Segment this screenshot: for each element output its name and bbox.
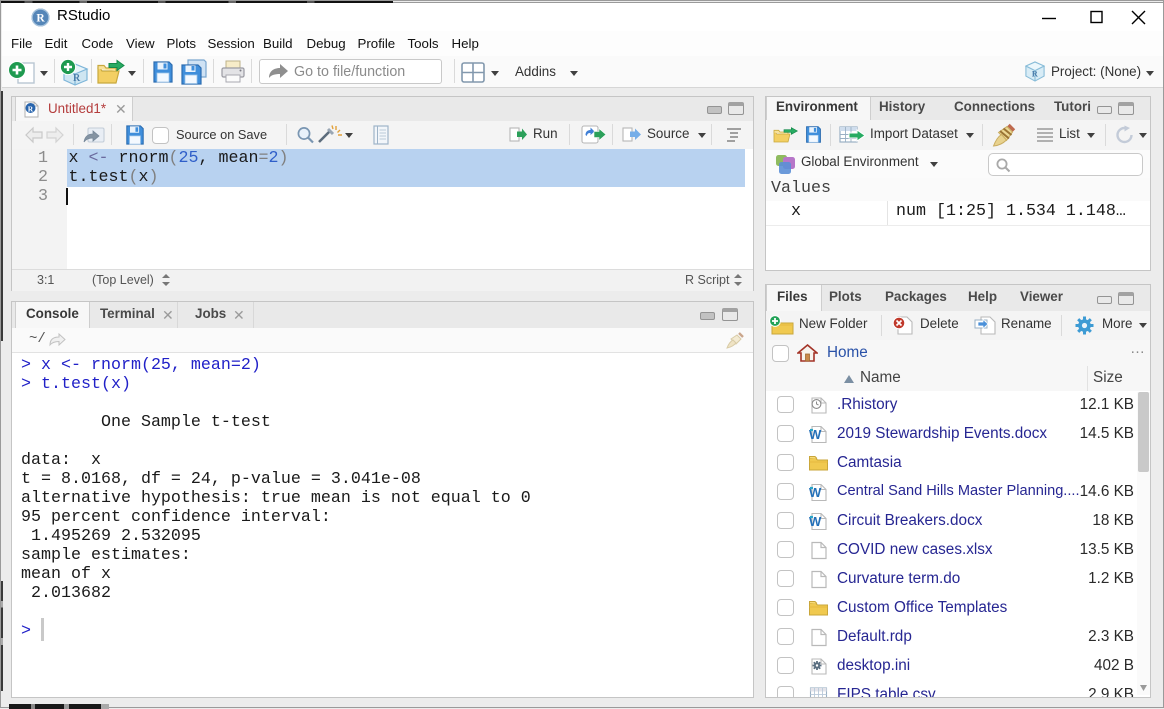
svg-text:R: R <box>36 13 45 25</box>
svg-text:R: R <box>73 73 81 84</box>
svg-text:R: R <box>1032 70 1038 79</box>
svg-text:R: R <box>28 105 34 114</box>
